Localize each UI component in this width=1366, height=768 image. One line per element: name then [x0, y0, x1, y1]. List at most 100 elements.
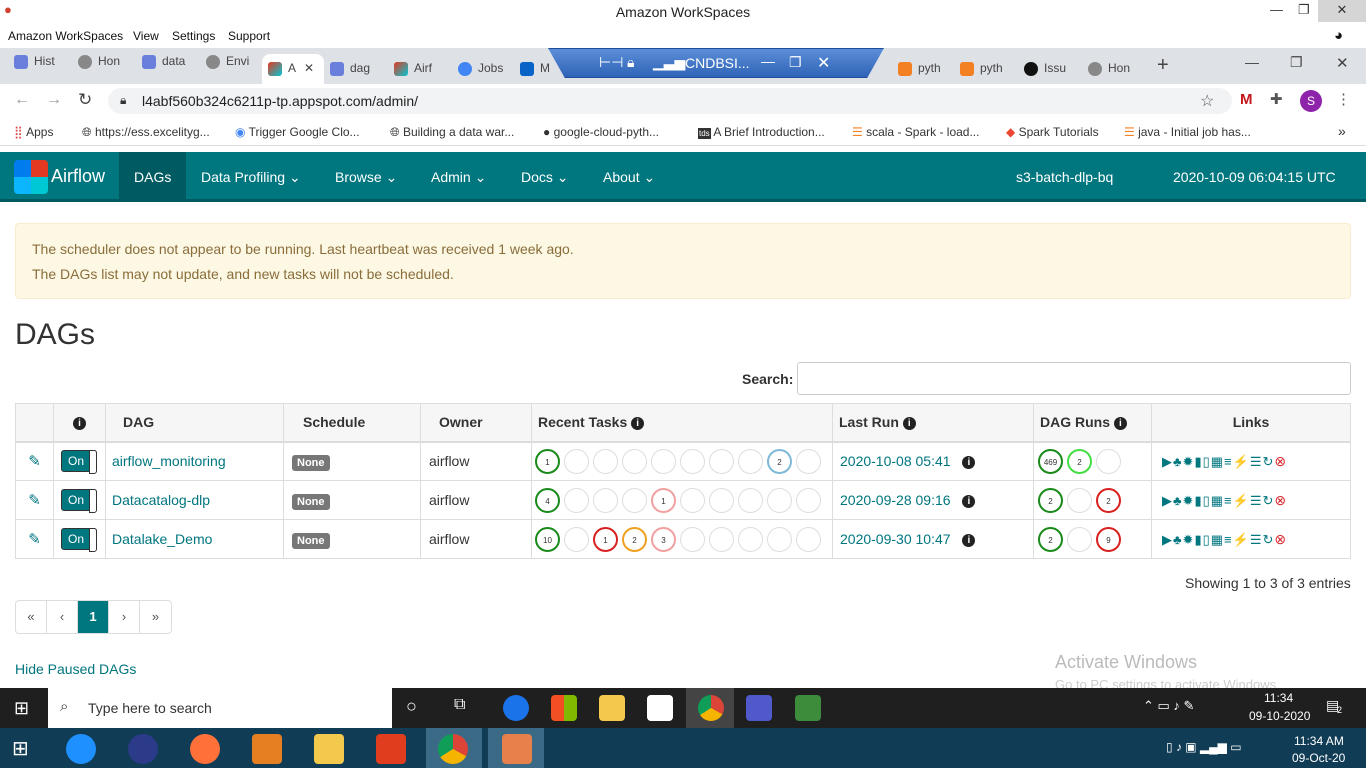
code-icon[interactable]: ⚡	[1233, 493, 1250, 508]
refresh-icon[interactable]: ↻	[1262, 493, 1274, 508]
dag-run-circle[interactable]: 9	[1096, 526, 1121, 552]
chrome-close-icon[interactable]: ✕	[1336, 54, 1349, 72]
notepad-icon[interactable]	[795, 695, 821, 721]
tab[interactable]: dag	[330, 54, 382, 84]
task-state-circle[interactable]: 1	[593, 526, 618, 552]
task-state-circle[interactable]	[738, 526, 763, 552]
tray-icons[interactable]: ▯ ♪ ▣ ▂▄▆ ▭	[1166, 740, 1242, 754]
dag-link[interactable]: airflow_monitoring	[112, 453, 226, 469]
dag-run-circle[interactable]: 2	[1067, 448, 1092, 474]
delete-dag-icon[interactable]: ⊗	[1274, 453, 1286, 469]
tab[interactable]: Hon	[78, 54, 130, 84]
page-first[interactable]: «	[16, 601, 47, 633]
airflow-logo-icon[interactable]	[14, 160, 48, 194]
tab[interactable]: pyth	[960, 54, 1012, 84]
task-duration-icon[interactable]: ▮	[1194, 493, 1202, 508]
tab-active[interactable]: A ✕	[262, 54, 324, 84]
tab[interactable]: data	[142, 54, 194, 84]
info-icon[interactable]: i	[962, 494, 976, 508]
column-dag[interactable]: DAG	[105, 403, 284, 443]
bookmark-star-icon[interactable]: ☆	[1200, 91, 1214, 111]
task-state-circle[interactable]: 2	[767, 448, 792, 474]
cortana-icon[interactable]: ○	[406, 696, 417, 717]
refresh-icon[interactable]: ↻	[1262, 532, 1274, 547]
refresh-icon[interactable]: ↻	[1262, 454, 1274, 469]
task-state-circle[interactable]	[593, 487, 618, 513]
bookmark-item[interactable]: ◆ Spark Tutorials	[1006, 125, 1099, 139]
extensions-icon[interactable]: ✚	[1270, 90, 1283, 108]
task-state-circle[interactable]	[767, 487, 792, 513]
bookmark-item[interactable]: 🌐︎ Building a data war...	[390, 125, 514, 140]
task-tries-icon[interactable]: ▯	[1203, 493, 1211, 508]
mail-icon[interactable]	[647, 695, 673, 721]
task-duration-icon[interactable]: ▮	[1194, 454, 1202, 469]
hide-paused-dags-link[interactable]: Hide Paused DAGs	[15, 661, 136, 677]
tab[interactable]: Hon	[1088, 54, 1140, 84]
bookmark-item[interactable]: ◉ Trigger Google Clo...	[235, 125, 360, 139]
chrome-menu-icon[interactable]: ⋮	[1336, 90, 1351, 108]
bar-minimize-icon[interactable]: —	[761, 53, 775, 69]
task-state-circle[interactable]	[680, 448, 705, 474]
bookmark-apps[interactable]: ⣿ Apps	[14, 125, 53, 139]
profile-avatar[interactable]: S	[1300, 90, 1322, 112]
dag-run-circle[interactable]: 2	[1096, 487, 1121, 513]
teams-icon[interactable]	[746, 695, 772, 721]
new-tab-icon[interactable]: +	[1157, 54, 1169, 77]
task-state-circle[interactable]	[622, 487, 647, 513]
folder-icon[interactable]	[314, 734, 344, 764]
dag-link[interactable]: Datalake_Demo	[112, 531, 212, 547]
gantt-icon[interactable]: ≡	[1224, 454, 1233, 469]
info-icon[interactable]: i	[962, 456, 976, 470]
task-state-circle[interactable]: 4	[535, 487, 560, 513]
chrome-icon[interactable]	[698, 695, 724, 721]
tray-up-icon[interactable]: ⌃ ▭ ♪ ✎	[1143, 698, 1194, 714]
landing-times-icon[interactable]: ▦	[1211, 532, 1224, 547]
tree-view-icon[interactable]: ♣	[1173, 454, 1183, 469]
chrome-minimize-icon[interactable]: —	[1245, 54, 1259, 70]
ie-icon[interactable]	[66, 734, 96, 764]
dag-toggle[interactable]: On	[61, 528, 97, 552]
code-icon[interactable]: ⚡	[1233, 454, 1250, 469]
trigger-dag-icon[interactable]: ▶	[1162, 493, 1173, 508]
mcafee-icon[interactable]: M	[1240, 91, 1253, 108]
tab[interactable]: pyth	[898, 54, 950, 84]
brand[interactable]: Airflow	[51, 166, 105, 187]
chrome-icon[interactable]	[438, 734, 468, 764]
delete-dag-icon[interactable]: ⊗	[1274, 492, 1286, 508]
page-last[interactable]: »	[140, 601, 171, 633]
task-tries-icon[interactable]: ▯	[1203, 454, 1211, 469]
gantt-icon[interactable]: ≡	[1224, 493, 1233, 508]
eclipse-icon[interactable]	[128, 734, 158, 764]
task-state-circle[interactable]	[709, 448, 734, 474]
office-icon[interactable]	[376, 734, 406, 764]
graph-view-icon[interactable]: ✹	[1183, 454, 1195, 469]
nav-about[interactable]: About ⌄	[603, 169, 655, 186]
dag-run-circle[interactable]: 2	[1038, 526, 1063, 552]
bookmark-item[interactable]: ☰ scala - Spark - load...	[852, 125, 979, 139]
task-state-circle[interactable]	[738, 448, 763, 474]
task-state-circle[interactable]: 1	[651, 487, 676, 513]
tab[interactable]: Airf	[394, 54, 446, 84]
task-duration-icon[interactable]: ▮	[1194, 532, 1202, 547]
task-state-circle[interactable]	[593, 448, 618, 474]
tab[interactable]: Issu	[1024, 54, 1076, 84]
edit-icon[interactable]: ✎	[28, 492, 41, 509]
tab[interactable]: Ma	[520, 54, 550, 84]
task-state-circle[interactable]	[680, 487, 705, 513]
nav-docs[interactable]: Docs ⌄	[521, 169, 569, 186]
task-state-circle[interactable]	[796, 526, 821, 552]
graph-view-icon[interactable]: ✹	[1183, 493, 1195, 508]
menu-amazon-workspaces[interactable]: Amazon WorkSpaces	[8, 29, 123, 43]
tab[interactable]: Hist	[14, 54, 66, 84]
dag-run-circle[interactable]	[1067, 526, 1092, 552]
bookmark-item[interactable]: tds A Brief Introduction...	[698, 125, 825, 139]
omnibox[interactable]: 🔒︎ l4abf560b324c6211p-tp.appspot.com/adm…	[108, 88, 1232, 114]
bar-close-icon[interactable]: ✕	[817, 53, 830, 73]
page-next[interactable]: ›	[109, 601, 140, 633]
trigger-dag-icon[interactable]: ▶	[1162, 454, 1173, 469]
task-state-circle[interactable]	[680, 526, 705, 552]
column-schedule[interactable]: Schedule	[283, 403, 421, 443]
edit-icon[interactable]: ✎	[28, 453, 41, 470]
dag-run-circle[interactable]: 2	[1038, 487, 1063, 513]
code-icon[interactable]: ⚡	[1233, 532, 1250, 547]
